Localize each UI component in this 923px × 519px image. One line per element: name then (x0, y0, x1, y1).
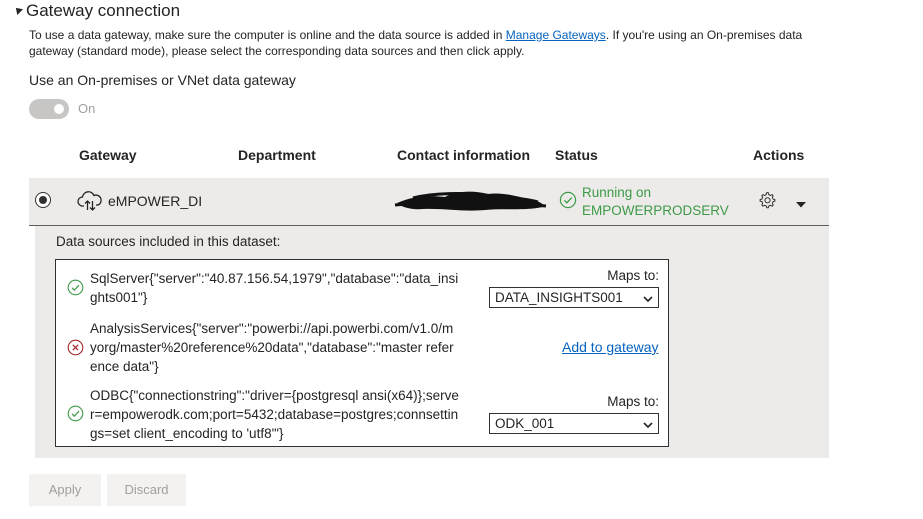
datasource-analysisservices: AnalysisServices{"server":"powerbi://api… (90, 321, 454, 374)
description-text: To use a data gateway, make sure the com… (29, 28, 506, 42)
section-title[interactable]: Gateway connection (13, 1, 181, 21)
toggle-state-label: On (78, 101, 96, 116)
collapse-triangle-icon[interactable] (13, 5, 23, 15)
datasource-sqlserver: SqlServer{"server":"40.87.156.54,1979","… (90, 271, 459, 305)
contact-redacted-scribble (393, 188, 548, 219)
gateway-radio[interactable] (35, 192, 51, 208)
status-line-2: EMPOWERPRODSERV (582, 203, 729, 218)
header-actions: Actions (753, 147, 805, 163)
section-title-text: Gateway connection (26, 1, 181, 20)
toggle-knob (54, 104, 64, 114)
header-gateway: Gateway (79, 147, 137, 163)
apply-button[interactable]: Apply (29, 474, 101, 506)
datasources-title: Data sources included in this dataset: (56, 234, 281, 249)
header-contact-information: Contact information (397, 147, 530, 163)
maps-to-label: Maps to: (607, 394, 659, 409)
chevron-down-icon (643, 418, 653, 433)
discard-button[interactable]: Discard (107, 474, 186, 506)
status-check-icon (559, 191, 577, 214)
chevron-down-icon (643, 292, 653, 307)
manage-gateways-link[interactable]: Manage Gateways (506, 28, 606, 42)
datasource-ok-icon (67, 405, 84, 427)
gateway-name: eMPOWER_DI (108, 193, 203, 209)
gateway-status: Running on EMPOWERPRODSERV (582, 184, 729, 220)
datasource-map-select[interactable]: ODK_001 (489, 413, 659, 434)
select-value: ODK_001 (495, 416, 555, 431)
section-description: To use a data gateway, make sure the com… (29, 27, 819, 59)
datasource-error-icon (67, 339, 84, 361)
datasource-ok-icon (67, 279, 84, 301)
status-line-1: Running on (582, 185, 652, 200)
header-department: Department (238, 147, 316, 163)
gateway-toggle[interactable] (29, 99, 69, 119)
datasource-odbc: ODBC{"connectionstring":"driver={postgre… (90, 388, 459, 441)
cloud-gateway-icon (77, 190, 103, 217)
gateway-toggle-label: Use an On-premises or VNet data gateway (29, 72, 296, 88)
radio-selected-dot (39, 196, 47, 204)
select-value: DATA_INSIGHTS001 (495, 290, 623, 305)
chevron-down-icon[interactable] (795, 196, 807, 214)
add-to-gateway-link[interactable]: Add to gateway (562, 339, 659, 355)
datasource-map-select[interactable]: DATA_INSIGHTS001 (489, 287, 659, 308)
maps-to-label: Maps to: (607, 268, 659, 283)
gear-icon[interactable] (758, 191, 776, 214)
header-status: Status (555, 147, 598, 163)
